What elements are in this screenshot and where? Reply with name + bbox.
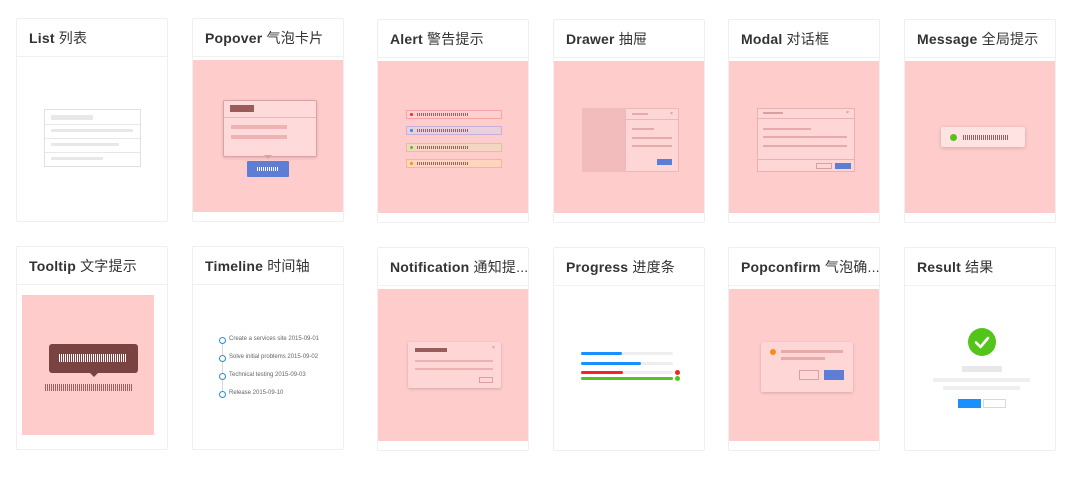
card-progress[interactable]: Progress 进度条 — [553, 247, 705, 451]
progress-track — [581, 362, 673, 365]
card-list[interactable]: List 列表 — [16, 18, 168, 222]
card-title: Drawer 抽屉 — [554, 20, 704, 58]
result-primary-button — [958, 399, 981, 408]
progress-fill — [581, 352, 622, 355]
popover-preview — [193, 57, 343, 221]
progress-fill — [581, 371, 623, 374]
popconfirm-preview — [729, 286, 879, 450]
list-preview — [17, 57, 167, 221]
timeline-item: Solve initial problems 2015-09-02 — [229, 354, 319, 360]
result-subtitle-placeholder — [943, 386, 1020, 390]
message-preview — [905, 58, 1055, 222]
timeline-item: Create a services site 2015-09-01 — [229, 336, 320, 342]
progress-fill — [581, 377, 673, 380]
popconfirm-box — [761, 342, 853, 392]
progress-track — [581, 377, 673, 380]
alert-error — [406, 110, 502, 119]
card-title: Modal 对话框 — [729, 20, 879, 58]
card-title: Popconfirm 气泡确... — [729, 248, 879, 286]
card-title: Notification 通知提... — [378, 248, 528, 286]
result-subtitle-placeholder — [933, 378, 1030, 382]
timeline-dot — [219, 391, 226, 398]
exclamation-circle-icon — [770, 349, 776, 355]
progress-track — [581, 352, 673, 355]
card-title: List 列表 — [17, 19, 167, 57]
progress-preview — [554, 286, 704, 450]
card-popconfirm[interactable]: Popconfirm 气泡确... — [728, 247, 880, 451]
card-title: Popover 气泡卡片 — [193, 19, 343, 57]
tooltip-bubble — [49, 344, 138, 373]
popover-trigger-button — [247, 161, 289, 177]
alert-info — [406, 126, 502, 135]
notification-box: × — [408, 342, 501, 388]
error-status-icon — [675, 370, 680, 375]
card-timeline[interactable]: Timeline 时间轴 Create a services site 2015… — [192, 246, 344, 450]
card-popover[interactable]: Popover 气泡卡片 — [192, 18, 344, 222]
success-status-icon — [675, 376, 680, 381]
timeline-item: Release 2015-09-10 — [229, 390, 284, 396]
progress-track — [581, 371, 673, 374]
card-title: Alert 警告提示 — [378, 20, 528, 58]
card-message[interactable]: Message 全局提示 — [904, 19, 1056, 223]
progress-fill — [581, 362, 641, 365]
card-modal[interactable]: Modal 对话框 × — [728, 19, 880, 223]
timeline-dot — [219, 355, 226, 362]
timeline-dot — [219, 373, 226, 380]
timeline-item: Technical testing 2015-09-03 — [229, 372, 306, 378]
timeline-dot — [219, 337, 226, 344]
card-title: Timeline 时间轴 — [193, 247, 343, 285]
card-tooltip[interactable]: Tooltip 文字提示 — [16, 246, 168, 450]
card-notification[interactable]: Notification 通知提... × — [377, 247, 529, 451]
alert-preview — [378, 58, 528, 222]
notification-preview: × — [378, 286, 528, 450]
card-title: Result 结果 — [905, 248, 1055, 286]
result-title-placeholder — [962, 366, 1002, 372]
result-preview — [905, 286, 1055, 450]
card-alert[interactable]: Alert 警告提示 — [377, 19, 529, 223]
check-circle-icon — [950, 134, 957, 141]
check-circle-icon — [968, 328, 996, 356]
drawer-panel: × — [625, 108, 679, 172]
modal-dialog: × — [757, 108, 855, 172]
timeline-preview: Create a services site 2015-09-01 Solve … — [193, 285, 343, 449]
result-secondary-button — [983, 399, 1006, 408]
card-title: Message 全局提示 — [905, 20, 1055, 58]
drawer-preview: × — [554, 58, 704, 222]
card-title: Tooltip 文字提示 — [17, 247, 167, 285]
alert-warning — [406, 159, 502, 168]
tooltip-preview — [17, 285, 167, 449]
card-result[interactable]: Result 结果 — [904, 247, 1056, 451]
popover-box — [223, 100, 317, 157]
card-title: Progress 进度条 — [554, 248, 704, 286]
card-drawer[interactable]: Drawer 抽屉 × — [553, 19, 705, 223]
message-toast — [941, 127, 1025, 147]
alert-success — [406, 143, 502, 152]
modal-preview: × — [729, 58, 879, 222]
